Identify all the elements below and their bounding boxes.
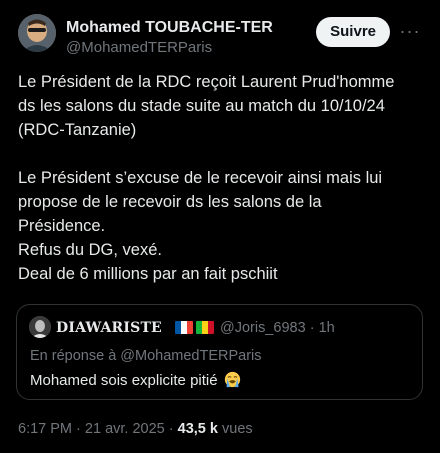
tweet-text: Le Président de la RDC reçoit Laurent Pr…: [18, 70, 428, 286]
mali-flag-icon: [196, 321, 214, 334]
views-label: vues: [222, 421, 253, 437]
meta-separator: ·: [76, 421, 81, 437]
tweet-line: Refus du DG, vexé.: [18, 241, 162, 259]
tweet-line: Le Président de la RDC reçoit Laurent Pr…: [18, 73, 395, 91]
tweet-time[interactable]: 6:17 PM: [18, 421, 72, 437]
tweet-line: Deal de 6 millions par an fait pschiit: [18, 265, 278, 283]
tweet: Mohamed TOUBACHE-TER @MohamedTERParis Su…: [0, 0, 440, 453]
follow-button[interactable]: Suivre: [316, 17, 390, 47]
author-handle[interactable]: @MohamedTERParis: [66, 38, 273, 58]
views-count[interactable]: 43,5 k: [178, 421, 218, 437]
tweet-meta: 6:17 PM · 21 avr. 2025 · 43,5 k vues: [18, 419, 253, 439]
tweet-line: propose de le recevoir ds les salons de …: [18, 193, 322, 211]
tweet-header: Mohamed TOUBACHE-TER @MohamedTERParis Su…: [16, 12, 424, 64]
quote-reply-to: En réponse à @MohamedTERParis: [30, 348, 262, 364]
france-flag-icon: [175, 321, 193, 334]
avatar[interactable]: [18, 14, 56, 52]
quote-text: Mohamed sois explicite pitié: [30, 372, 218, 389]
quoted-tweet[interactable]: DIAWARISTE @Joris_6983 · 1h En réponse à…: [16, 304, 423, 400]
quote-flags: [175, 321, 214, 335]
quote-handle-line: @Joris_6983 · 1h: [220, 319, 335, 337]
tweet-line: ds les salons du stade suite au match du…: [18, 97, 385, 115]
quote-age[interactable]: 1h: [319, 320, 335, 336]
meta-separator: ·: [168, 421, 174, 437]
quote-handle[interactable]: @Joris_6983: [220, 320, 306, 336]
tweet-line: Le Président s’excuse de le recevoir ain…: [18, 169, 383, 187]
author-names: Mohamed TOUBACHE-TER @MohamedTERParis: [66, 18, 273, 58]
tweet-date[interactable]: 21 avr. 2025: [85, 421, 165, 437]
quote-separator: ·: [309, 320, 315, 336]
quote-avatar[interactable]: [29, 316, 51, 338]
loudly-crying-face-icon: [224, 371, 240, 388]
quote-text-line: Mohamed sois explicite pitié: [30, 371, 241, 391]
tweet-line: Présidence.: [18, 217, 106, 235]
more-options-icon[interactable]: ···: [398, 20, 422, 44]
author-display-name[interactable]: Mohamed TOUBACHE-TER: [66, 18, 273, 38]
quote-display-name[interactable]: DIAWARISTE: [56, 319, 162, 337]
tweet-line: (RDC-Tanzanie): [18, 121, 137, 139]
